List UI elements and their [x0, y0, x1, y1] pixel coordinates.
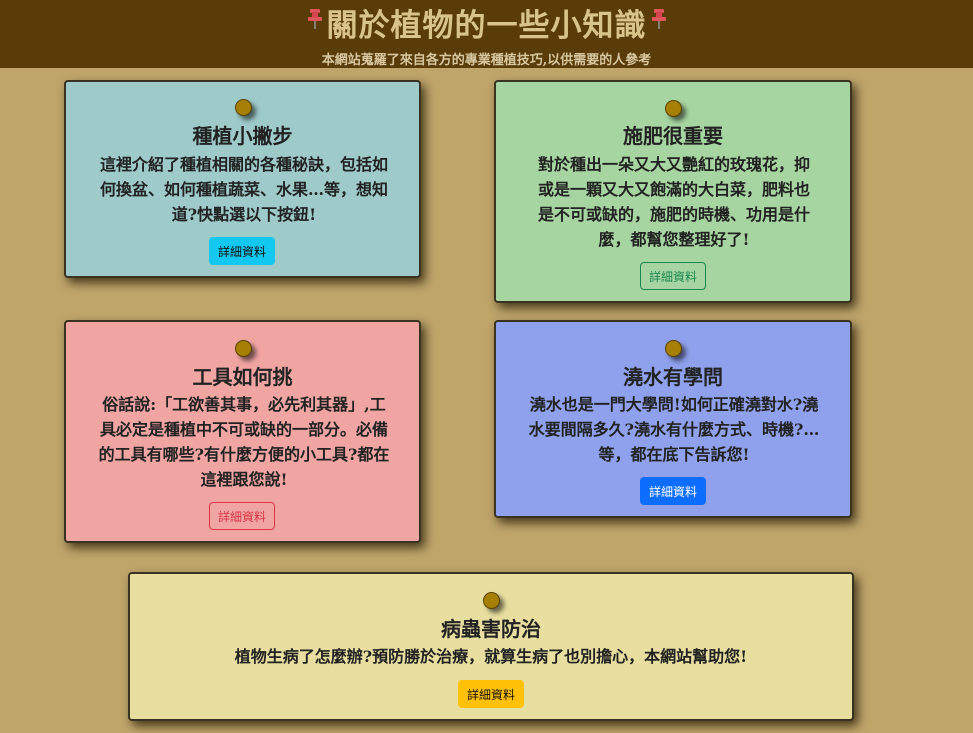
card-tools: 工具如何挑 俗話說:「工欲善其事，必先利其器」,工 具必定是種植中不可或缺的一部…: [64, 320, 421, 543]
details-button[interactable]: 詳細資料: [640, 262, 706, 290]
details-button[interactable]: 詳細資料: [209, 502, 275, 530]
thumbtack-icon: [483, 592, 500, 609]
page-title: 關於植物的一些小知識: [326, 8, 647, 44]
page-subtitle: 本網站蒐羅了來自各方的專業種植技巧,以供需要的人參考: [321, 53, 652, 68]
title-row: 關於植物的一些小知識: [0, 6, 973, 46]
details-button[interactable]: 詳細資料: [458, 680, 524, 708]
card-text-line: 澆水也是一門大學問!如何正確澆對水?澆: [529, 395, 819, 414]
card-watering: 澆水有學問 澆水也是一門大學問!如何正確澆對水?澆 水要間隔多久?澆水有什麼方式…: [494, 320, 852, 518]
details-button[interactable]: 詳細資料: [640, 477, 706, 505]
card-title: 種植小撇步: [192, 124, 293, 148]
pushpin-icon: [651, 9, 666, 29]
card-description: 澆水也是一門大學問!如何正確澆對水?澆 水要間隔多久?澆水有什麼方式、時機?… …: [510, 392, 838, 467]
card-text-line: 或是一顆又大又飽滿的大白菜，肥料也: [537, 180, 810, 199]
card-text-line: 俗話說:「工欲善其事，必先利其器」,工: [102, 395, 386, 414]
page-header: 關於植物的一些小知識 本網站蒐羅了來自各方的專業種植技巧,以供需要的人參考: [0, 0, 973, 68]
card-text-line: 是不可或缺的，施肥的時機、功用是什: [537, 205, 810, 224]
card-description: 這裡介紹了種植相關的各種秘訣，包括如 何換盆、如何種植蔬菜、水果…等，想知 道?…: [84, 152, 404, 227]
card-text-line: 對於種出一朵又大又艷紅的玫瑰花，抑: [537, 155, 810, 174]
card-text-line: 植物生病了怎麼辦?預防勝於治療，就算生病了也別擔心，本網站幫助您!: [234, 647, 748, 666]
card-planting-tips: 種植小撇步 這裡介紹了種植相關的各種秘訣，包括如 何換盆、如何種植蔬菜、水果…等…: [64, 80, 421, 278]
card-description: 對於種出一朵又大又艷紅的玫瑰花，抑 或是一顆又大又飽滿的大白菜，肥料也 是不可或…: [514, 152, 834, 252]
card-text-line: 何換盆、如何種植蔬菜、水果…等，想知: [99, 180, 388, 199]
card-text-line: 這裡介紹了種植相關的各種秘訣，包括如: [99, 155, 388, 174]
card-fertilizing: 施肥很重要 對於種出一朵又大又艷紅的玫瑰花，抑 或是一顆又大又飽滿的大白菜，肥料…: [494, 80, 852, 303]
card-text-line: 麼，都幫您整理好了!: [598, 230, 750, 249]
card-title: 工具如何挑: [192, 365, 293, 389]
card-text-line: 水要間隔多久?澆水有什麼方式、時機?…: [528, 420, 820, 439]
card-text-line: 具必定是種植中不可或缺的一部分。必備: [99, 420, 388, 439]
card-pest-control: 病蟲害防治 植物生病了怎麼辦?預防勝於治療，就算生病了也別擔心，本網站幫助您! …: [128, 572, 854, 721]
card-title: 病蟲害防治: [441, 617, 541, 641]
card-text-line: 等，都在底下告訴您!: [598, 445, 750, 464]
thumbtack-icon: [234, 340, 252, 357]
thumbtack-icon: [234, 99, 252, 116]
card-description: 植物生病了怎麼辦?預防勝於治療，就算生病了也別擔心，本網站幫助您!: [130, 644, 852, 669]
card-text-line: 道?快點選以下按鈕!: [171, 205, 317, 224]
card-title: 澆水有學問: [623, 365, 723, 389]
card-text-line: 的工具有哪些?有什麼方便的小工具?都在: [98, 445, 390, 464]
card-title: 施肥很重要: [623, 124, 723, 148]
card-description: 俗話說:「工欲善其事，必先利其器」,工 具必定是種植中不可或缺的一部分。必備 的…: [80, 392, 408, 492]
pushpin-icon: [307, 9, 322, 29]
thumbtack-icon: [665, 100, 682, 117]
details-button[interactable]: 詳細資料: [209, 237, 275, 265]
thumbtack-icon: [665, 340, 682, 357]
card-text-line: 這裡跟您說!: [200, 470, 288, 489]
